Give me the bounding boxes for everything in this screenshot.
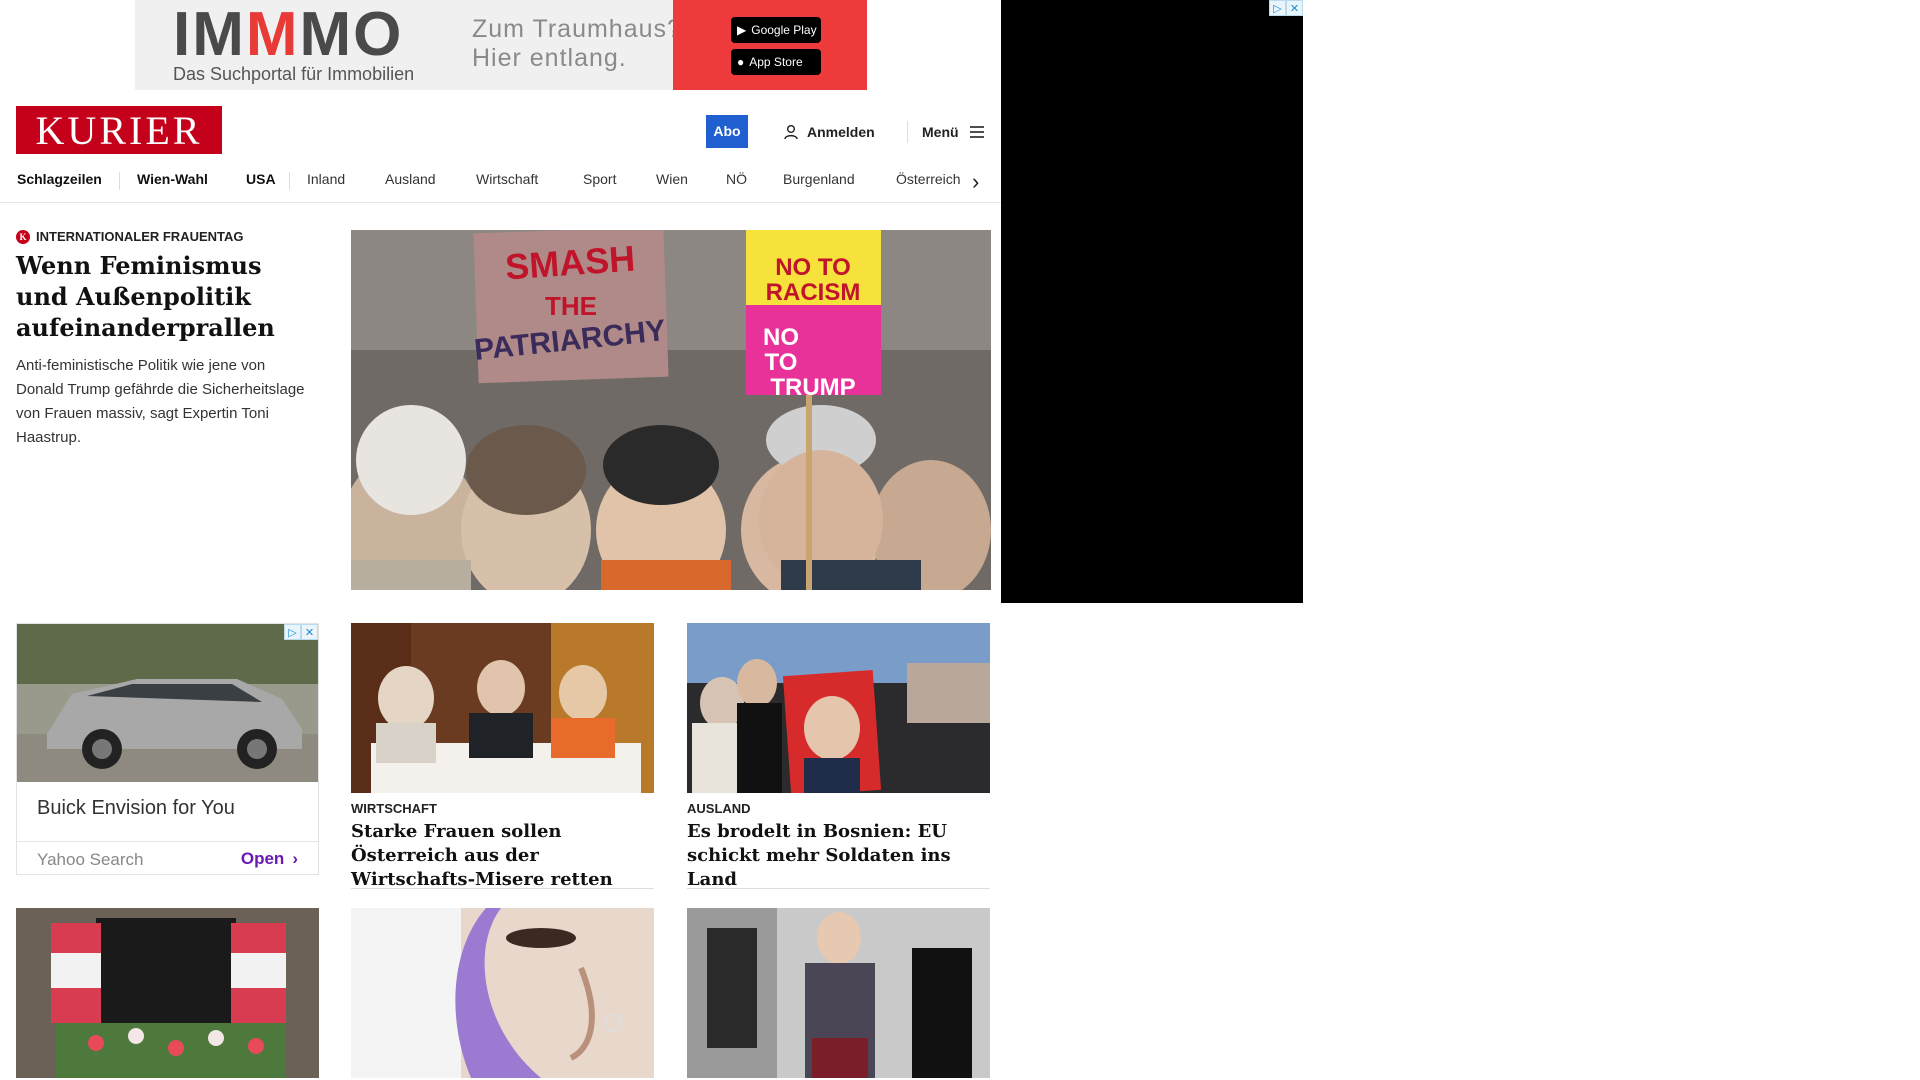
svg-text:TO: TO (765, 349, 798, 376)
card-image[interactable] (351, 623, 654, 793)
nav-item-ausland[interactable]: Ausland (385, 171, 436, 187)
ad-tagline: Das Suchportal für Immobilien (173, 64, 415, 84)
ad-red-panel: ▶ Google Play ● App Store (673, 0, 867, 90)
immmo-logo: IMMMO (173, 0, 404, 69)
nav-item-wien-wahl[interactable]: Wien-Wahl (137, 171, 208, 187)
close-icon[interactable]: ✕ (1286, 0, 1303, 16)
adchoices-icon[interactable]: ▷ (284, 624, 301, 640)
google-play-badge[interactable]: ▶ Google Play (731, 17, 821, 43)
card-image[interactable] (687, 908, 990, 1078)
svg-text:RACISM: RACISM (766, 279, 861, 306)
top-banner-ad[interactable]: IMMMO Das Suchportal für Immobilien Zum … (135, 0, 867, 90)
nav-separator (289, 172, 290, 190)
login-button[interactable]: Anmelden (783, 121, 875, 143)
apple-icon: ● (737, 55, 745, 69)
card-image[interactable] (351, 908, 654, 1078)
svg-text:NO: NO (763, 324, 799, 351)
ad-choices[interactable]: ▷ ✕ (284, 624, 318, 640)
adchoices-icon[interactable]: ▷ (1269, 0, 1286, 16)
header-divider (907, 121, 908, 143)
hero-headline[interactable]: Wenn Feminismus und Außenpolitik aufeina… (16, 250, 306, 343)
svg-text:TRUMP: TRUMP (770, 374, 855, 401)
card-divider (687, 888, 990, 889)
kurier-plus-icon: K (16, 229, 30, 244)
nav-item-oesterreich[interactable]: Österreich (896, 171, 961, 187)
side-ad[interactable]: ▷ ✕ (1001, 0, 1303, 603)
ad-title[interactable]: Buick Envision for You (37, 797, 235, 820)
ad-car-image (17, 624, 318, 782)
kurier-logo[interactable]: KURIER (16, 106, 222, 154)
card-headline[interactable]: Starke Frauen sollen Österreich aus der … (351, 820, 654, 892)
nav-item-burgenland[interactable]: Burgenland (783, 171, 855, 187)
menu-button[interactable]: Menü (922, 121, 985, 143)
ad-choices[interactable]: ▷ ✕ (1269, 0, 1303, 16)
nav-item-inland[interactable]: Inland (307, 171, 345, 187)
nav-item-usa[interactable]: USA (246, 171, 276, 187)
card-kicker[interactable]: WIRTSCHAFT (351, 801, 437, 816)
sponsored-ad-card[interactable]: Buick Envision for You Yahoo Search Open… (16, 623, 319, 875)
chevron-right-icon: › (292, 849, 298, 868)
card-divider (351, 888, 654, 889)
section-nav: Schlagzeilen Wien-Wahl USA Inland Auslan… (0, 160, 1001, 203)
abo-button[interactable]: Abo (706, 115, 748, 148)
card-image[interactable] (16, 908, 319, 1078)
nav-item-sport[interactable]: Sport (583, 171, 616, 187)
close-icon[interactable]: ✕ (301, 624, 318, 640)
svg-text:THE: THE (545, 291, 597, 321)
hero-teaser[interactable]: Anti-feministische Politik wie jene von … (16, 354, 316, 450)
nav-item-wirtschaft[interactable]: Wirtschaft (476, 171, 538, 187)
app-store-badge[interactable]: ● App Store (731, 49, 821, 75)
play-icon: ▶ (737, 23, 747, 37)
hamburger-icon (969, 126, 984, 138)
nav-item-schlagzeilen[interactable]: Schlagzeilen (17, 171, 102, 187)
nav-item-wien[interactable]: Wien (656, 171, 688, 187)
hero-image[interactable]: SMASH THE PATRIARCHY NO TO RACISM NO TO … (351, 230, 991, 590)
card-image[interactable] (687, 623, 990, 793)
user-icon (784, 125, 798, 140)
ad-headline: Zum Traumhaus? Hier entlang. (472, 15, 682, 72)
nav-item-noe[interactable]: NÖ (726, 171, 747, 187)
ad-footer: Yahoo Search Open › (17, 841, 318, 874)
ad-source: Yahoo Search (37, 850, 144, 869)
chevron-right-icon[interactable]: › (972, 169, 979, 195)
ad-open-button[interactable]: Open › (241, 849, 298, 869)
card-kicker[interactable]: AUSLAND (687, 801, 751, 816)
hero-kicker[interactable]: K INTERNATIONALER FRAUENTAG (16, 229, 244, 244)
svg-text:NO TO: NO TO (775, 254, 851, 281)
card-headline[interactable]: Es brodelt in Bosnien: EU schickt mehr S… (687, 820, 990, 892)
nav-separator (119, 172, 120, 190)
site-header: KURIER Abo Anmelden Menü (0, 90, 1001, 160)
